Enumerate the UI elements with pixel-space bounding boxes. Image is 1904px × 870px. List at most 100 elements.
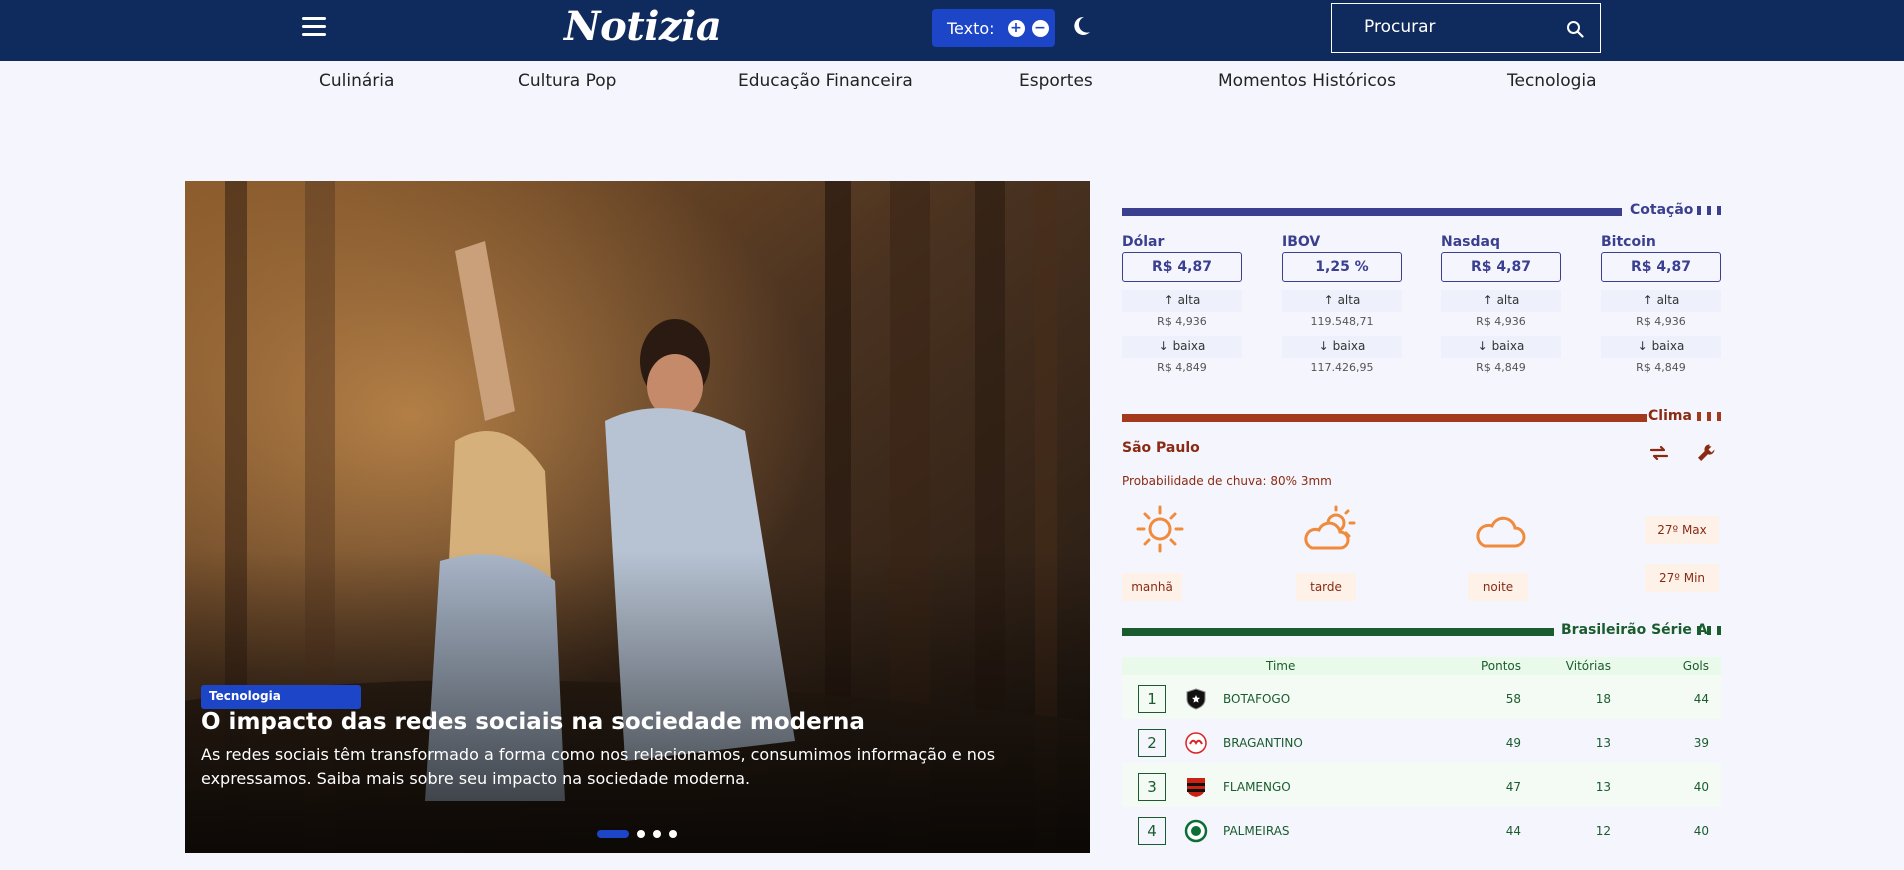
team-wins: 18: [1595, 692, 1611, 706]
team-goals: 40: [1693, 780, 1709, 794]
quote-down-row: ↓ baixa: [1601, 336, 1721, 358]
quotes-title: Cotação: [1630, 202, 1694, 218]
hero-title[interactable]: O impacto das redes sociais na sociedade…: [201, 709, 865, 735]
carousel-dot-2[interactable]: [637, 830, 645, 838]
text-size-control: Texto: + −: [932, 9, 1055, 47]
quote-up-row: ↑ alta: [1282, 290, 1402, 312]
quote-value: 1,25 %: [1282, 252, 1402, 282]
flamengo-crest-icon: [1187, 778, 1205, 797]
weather-bar: [1122, 414, 1647, 422]
league-header: Brasileirão Série A: [1122, 620, 1721, 640]
carousel-dot-3[interactable]: [653, 830, 661, 838]
quote-down-row: ↓ baixa: [1282, 336, 1402, 358]
quote-down-label: baixa: [1172, 339, 1206, 353]
team-wins: 13: [1595, 736, 1611, 750]
hero-carousel[interactable]: Tecnologia O impacto das redes sociais n…: [185, 181, 1090, 853]
arrow-down-icon: ↓: [1637, 339, 1648, 353]
table-row[interactable]: 1 BOTAFOGO 58 18 44: [1122, 675, 1721, 719]
hero-category-badge[interactable]: Tecnologia: [201, 685, 361, 709]
search-icon[interactable]: [1566, 20, 1584, 38]
league-ticks: [1691, 626, 1721, 635]
category-tecnologia[interactable]: Tecnologia: [1507, 71, 1597, 91]
site-logo[interactable]: Notizia: [564, 3, 722, 50]
palmeiras-crest-icon: [1184, 819, 1208, 843]
quote-ibov: IBOV 1,25 % ↑ alta 119.548,71 ↓ baixa 11…: [1282, 234, 1402, 374]
carousel-dots: [597, 829, 685, 839]
carousel-dot-1[interactable]: [597, 830, 629, 838]
quote-down-label: baixa: [1651, 339, 1685, 353]
team-position: 3: [1138, 773, 1166, 801]
category-esportes[interactable]: Esportes: [1019, 71, 1093, 91]
quote-down-value: R$ 4,849: [1636, 361, 1686, 374]
hero-description: As redes sociais têm transformado a form…: [201, 745, 996, 788]
quote-down-value: R$ 4,849: [1157, 361, 1207, 374]
team-wins: 12: [1595, 824, 1611, 838]
quote-up-label: alta: [1337, 293, 1361, 307]
category-educacao-financeira[interactable]: Educação Financeira: [738, 71, 913, 91]
quote-name: Bitcoin: [1601, 234, 1656, 250]
search-box: [1331, 3, 1601, 53]
quote-value: R$ 4,87: [1122, 252, 1242, 282]
quote-name: Dólar: [1122, 234, 1165, 250]
quote-bitcoin: Bitcoin R$ 4,87 ↑ alta R$ 4,936 ↓ baixa …: [1601, 234, 1721, 374]
category-momentos-historicos[interactable]: Momentos Históricos: [1218, 71, 1396, 91]
menu-icon[interactable]: [302, 17, 326, 37]
partly-cloudy-icon: [1304, 505, 1356, 550]
increase-text-button[interactable]: +: [1007, 19, 1025, 37]
team-wins: 13: [1595, 780, 1611, 794]
quote-name: Nasdaq: [1441, 234, 1500, 250]
category-nav: Culinária Cultura Pop Educação Financeir…: [0, 71, 1904, 93]
team-points: 58: [1505, 692, 1521, 706]
category-culinaria[interactable]: Culinária: [319, 71, 394, 91]
period-noite: noite: [1468, 573, 1528, 601]
temp-max: 27º Max: [1645, 516, 1719, 544]
dark-mode-moon-icon[interactable]: [1069, 14, 1093, 38]
weather-title: Clima: [1648, 408, 1692, 424]
sun-icon: [1136, 505, 1184, 553]
league-table: Time Pontos Vitórias Gols 1 BOTAFOGO 58 …: [1122, 657, 1721, 851]
arrow-up-icon: ↑: [1163, 293, 1174, 307]
quote-up-label: alta: [1656, 293, 1680, 307]
botafogo-crest-icon: [1186, 688, 1206, 710]
team-position: 2: [1138, 729, 1166, 757]
quote-up-value: R$ 4,936: [1476, 315, 1526, 328]
quote-up-row: ↑ alta: [1122, 290, 1242, 312]
header-goals: Gols: [1682, 659, 1709, 673]
header-wins: Vitórias: [1565, 659, 1611, 673]
league-table-body: 1 BOTAFOGO 58 18 44 2 BRAGANTINO 49 13 3…: [1122, 675, 1721, 851]
team-points: 47: [1505, 780, 1521, 794]
decrease-text-button[interactable]: −: [1031, 19, 1049, 37]
team-name: BRAGANTINO: [1223, 736, 1303, 750]
weather-header: Clima: [1122, 406, 1721, 426]
quote-up-value: 119.548,71: [1310, 315, 1374, 328]
arrow-up-icon: ↑: [1323, 293, 1334, 307]
table-row[interactable]: 2 BRAGANTINO 49 13 39: [1122, 719, 1721, 763]
text-size-label: Texto:: [947, 18, 995, 38]
quote-down-row: ↓ baixa: [1441, 336, 1561, 358]
header-points: Pontos: [1480, 659, 1521, 673]
search-input[interactable]: [1364, 17, 1554, 37]
league-title: Brasileirão Série A: [1561, 622, 1708, 638]
weather-rain: Probabilidade de chuva: 80% 3mm: [1122, 474, 1332, 488]
quotes-bar: [1122, 208, 1622, 216]
quote-up-row: ↑ alta: [1441, 290, 1561, 312]
wrench-icon[interactable]: [1695, 441, 1719, 465]
carousel-dot-4[interactable]: [669, 830, 677, 838]
team-goals: 39: [1693, 736, 1709, 750]
header-team: Time: [1266, 659, 1296, 673]
category-cultura-pop[interactable]: Cultura Pop: [518, 71, 616, 91]
quote-value: R$ 4,87: [1441, 252, 1561, 282]
table-row[interactable]: 3 FLAMENGO 47 13 40: [1122, 763, 1721, 807]
quote-up-label: alta: [1496, 293, 1520, 307]
arrow-down-icon: ↓: [1477, 339, 1488, 353]
refresh-icon[interactable]: [1647, 441, 1671, 465]
table-row[interactable]: 4 PALMEIRAS 44 12 40: [1122, 807, 1721, 851]
quote-up-label: alta: [1177, 293, 1201, 307]
period-tarde: tarde: [1296, 573, 1356, 601]
arrow-up-icon: ↑: [1642, 293, 1653, 307]
quote-nasdaq: Nasdaq R$ 4,87 ↑ alta R$ 4,936 ↓ baixa R…: [1441, 234, 1561, 374]
bragantino-crest-icon: [1185, 732, 1207, 754]
arrow-down-icon: ↓: [1158, 339, 1169, 353]
team-goals: 44: [1693, 692, 1709, 706]
quote-down-label: baixa: [1491, 339, 1525, 353]
